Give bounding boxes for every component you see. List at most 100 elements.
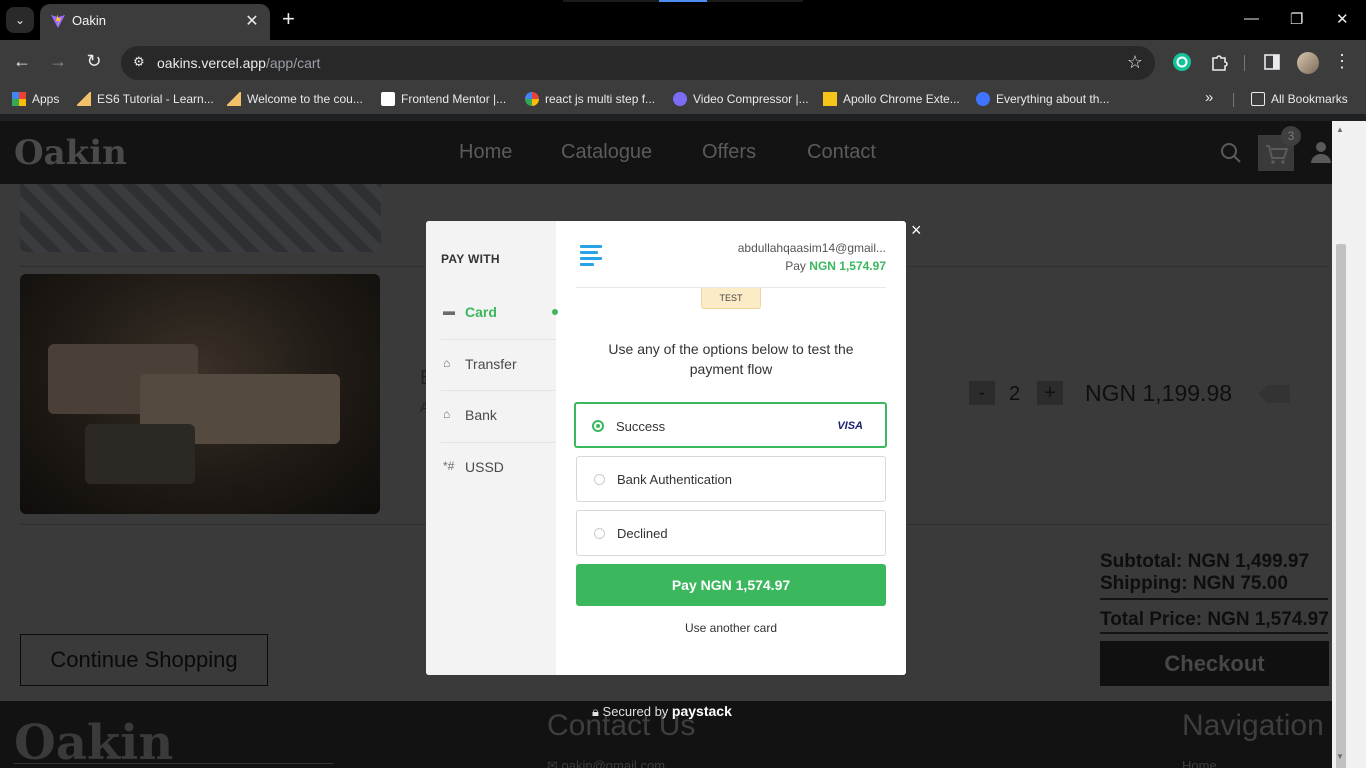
bookmark-apps[interactable]: Apps xyxy=(12,92,59,106)
product-image-sofa xyxy=(20,274,380,514)
option-bank-authentication[interactable]: Bank Authentication xyxy=(576,456,886,502)
nav-home[interactable]: Home xyxy=(459,141,512,164)
qty-minus-button[interactable]: - xyxy=(969,381,995,405)
everything-icon xyxy=(976,92,990,106)
method-transfer[interactable]: ⌂ Transfer xyxy=(441,356,541,406)
active-method-indicator xyxy=(552,309,558,315)
page-scrollbar[interactable]: ▲ ▼ xyxy=(1332,121,1366,768)
card-icon: ▬ xyxy=(443,304,455,318)
frontend-mentor-icon xyxy=(381,92,395,106)
chrome-menu-icon[interactable]: ⋮ xyxy=(1330,51,1354,72)
site-logo[interactable]: Oakin xyxy=(14,133,127,173)
bank-icon: ⌂ xyxy=(443,407,451,421)
browser-tab[interactable]: Oakin ✕ xyxy=(40,4,270,40)
qty-plus-button[interactable]: + xyxy=(1037,381,1063,405)
tab-search-chevron-icon[interactable]: ⌄ xyxy=(6,7,34,33)
method-ussd[interactable]: *# USSD xyxy=(441,459,541,509)
more-bookmarks-icon[interactable]: » xyxy=(1205,89,1213,106)
stairs-icon xyxy=(77,92,91,106)
coffee-table-shape xyxy=(85,424,195,484)
nav-contact[interactable]: Contact xyxy=(807,141,876,164)
scrollbar-thumb[interactable] xyxy=(1336,244,1346,768)
use-another-card-link[interactable]: Use another card xyxy=(576,621,886,635)
bookmarks-divider xyxy=(1233,93,1234,107)
test-instructions: Use any of the options below to test the… xyxy=(608,341,854,377)
summary-divider xyxy=(1100,632,1328,634)
line-item-price: NGN 1,199.98 xyxy=(1085,380,1233,406)
user-icon[interactable] xyxy=(1310,140,1332,164)
footer-navigation-heading: Navigation xyxy=(1182,709,1324,742)
test-mode-badge: TEST xyxy=(701,288,761,309)
restore-icon[interactable]: ❐ xyxy=(1290,10,1303,28)
forward-arrow-icon[interactable]: → xyxy=(46,51,70,72)
paystack-checkout-modal: PAY WITH ▬ Card ⌂ Transfer ⌂ Bank *# USS… xyxy=(426,221,906,675)
folder-icon xyxy=(1251,92,1265,106)
new-tab-plus-icon[interactable]: + xyxy=(282,8,295,30)
total-price: Total Price: NGN 1,574.97 xyxy=(1100,609,1329,630)
tab-title: Oakin xyxy=(72,13,106,28)
bookmark-everything[interactable]: Everything about th... xyxy=(976,92,1109,106)
payment-methods-sidebar: PAY WITH ▬ Card ⌂ Transfer ⌂ Bank *# USS… xyxy=(426,221,558,675)
customer-email: abdullahqaasim14@gmail... xyxy=(737,241,886,255)
pay-button[interactable]: Pay NGN 1,574.97 xyxy=(576,564,886,606)
bookmark-video-compressor[interactable]: Video Compressor |... xyxy=(673,92,809,106)
radio-selected-icon[interactable] xyxy=(592,420,604,432)
modal-close-icon[interactable]: × xyxy=(911,220,922,241)
site-header: Oakin Home Catalogue Offers Contact 3 xyxy=(0,121,1332,184)
option-success[interactable]: Success VISA xyxy=(574,402,887,448)
remove-item-icon[interactable] xyxy=(1258,385,1290,403)
window-close-icon[interactable]: ✕ xyxy=(1336,10,1349,28)
payment-panel: abdullahqaasim14@gmail... Pay NGN 1,574.… xyxy=(574,221,887,675)
mail-icon: ✉ xyxy=(547,758,562,768)
footer-email[interactable]: ✉ oakin@gmail.com xyxy=(547,758,665,768)
scroll-down-arrow-icon[interactable]: ▼ xyxy=(1336,752,1344,761)
bookmark-welcome[interactable]: Welcome to the cou... xyxy=(227,92,363,106)
product-image-rug xyxy=(20,184,381,252)
back-arrow-icon[interactable]: ← xyxy=(10,51,34,72)
continue-shopping-button[interactable]: Continue Shopping xyxy=(20,634,268,686)
bookmark-star-icon[interactable]: ☆ xyxy=(1127,52,1143,73)
pay-amount: Pay NGN 1,574.97 xyxy=(785,259,886,273)
scroll-up-arrow-icon[interactable]: ▲ xyxy=(1336,125,1344,134)
method-divider xyxy=(441,339,556,340)
site-settings-icon[interactable]: ⚙ xyxy=(133,54,145,70)
visa-icon: VISA xyxy=(837,420,863,432)
qty-value: 2 xyxy=(1009,383,1021,405)
nav-offers[interactable]: Offers xyxy=(702,141,756,164)
method-divider xyxy=(441,442,556,443)
bookmark-react-multistep[interactable]: react js multi step f... xyxy=(525,92,655,106)
video-compressor-icon xyxy=(673,92,687,106)
profile-avatar[interactable] xyxy=(1297,52,1319,74)
bookmark-frontend-mentor[interactable]: Frontend Mentor |... xyxy=(381,92,506,106)
tab-close-icon[interactable]: ✕ xyxy=(242,11,262,31)
stairs-icon xyxy=(227,92,241,106)
pay-with-heading: PAY WITH xyxy=(441,252,500,266)
grammarly-icon[interactable] xyxy=(1172,52,1192,72)
option-declined[interactable]: Declined xyxy=(576,510,886,556)
apps-grid-icon xyxy=(12,92,26,106)
url-text[interactable]: oakins.vercel.app/app/cart xyxy=(157,55,320,71)
nav-catalogue[interactable]: Catalogue xyxy=(561,141,652,164)
active-indicator xyxy=(659,0,707,2)
radio-icon[interactable] xyxy=(594,474,605,485)
footer-divider xyxy=(14,763,334,764)
bank-transfer-icon: ⌂ xyxy=(443,356,451,370)
radio-icon[interactable] xyxy=(594,528,605,539)
address-bar[interactable]: ⚙ oakins.vercel.app/app/cart ☆ xyxy=(121,46,1155,80)
reload-icon[interactable]: ↻ xyxy=(82,51,106,72)
bookmark-apollo[interactable]: Apollo Chrome Exte... xyxy=(823,92,960,106)
search-icon[interactable] xyxy=(1220,142,1242,164)
extensions-puzzle-icon[interactable] xyxy=(1209,52,1229,72)
all-bookmarks[interactable]: All Bookmarks xyxy=(1251,92,1348,106)
cart-count-badge: 3 xyxy=(1281,126,1301,146)
method-card[interactable]: ▬ Card xyxy=(441,304,541,354)
side-panel-icon[interactable] xyxy=(1262,52,1282,72)
method-bank[interactable]: ⌂ Bank xyxy=(441,407,541,457)
google-icon xyxy=(525,92,539,106)
ussd-icon: *# xyxy=(443,459,455,473)
method-divider xyxy=(441,390,556,391)
checkout-button[interactable]: Checkout xyxy=(1100,641,1329,686)
footer-nav-home[interactable]: Home xyxy=(1182,758,1217,768)
bookmark-es6[interactable]: ES6 Tutorial - Learn... xyxy=(77,92,214,106)
minimize-icon[interactable]: — xyxy=(1244,10,1259,27)
